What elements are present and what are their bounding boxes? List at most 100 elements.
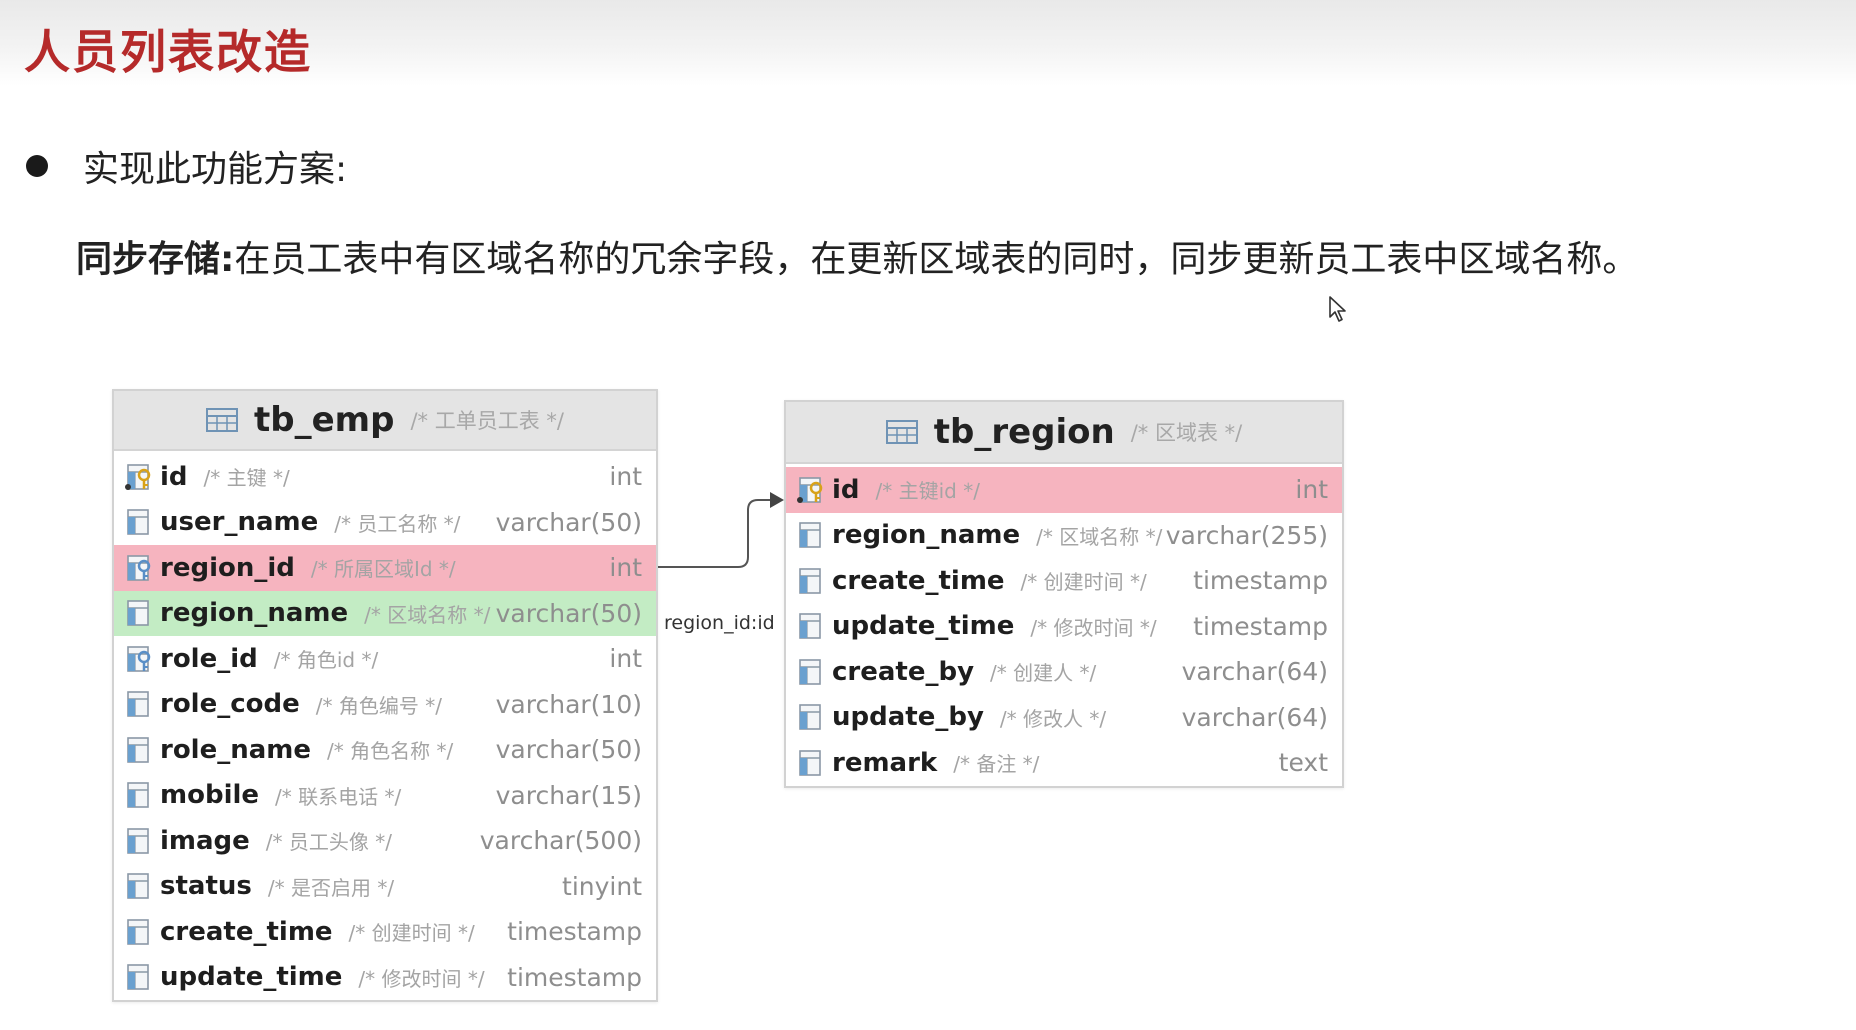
primary-key-icon — [125, 463, 151, 490]
column-name: id — [832, 474, 860, 505]
table-row[interactable]: role_id /* 角色id */ int — [114, 636, 656, 682]
column-icon — [799, 749, 821, 776]
column-name: role_name — [160, 734, 312, 765]
column-type: int — [609, 462, 642, 492]
column-icon — [127, 736, 149, 763]
column-type: varchar(64) — [1181, 657, 1328, 687]
column-icon — [127, 691, 149, 718]
table-row[interactable]: create_time /* 创建时间 */ timestamp — [114, 909, 656, 955]
table-row[interactable]: update_time /* 修改时间 */ timestamp — [786, 604, 1342, 650]
column-comment: /* 创建人 */ — [990, 661, 1097, 686]
table-row[interactable]: user_name /* 员工名称 */ varchar(50) — [114, 500, 656, 546]
column-name: region_name — [160, 598, 349, 629]
column-type: varchar(15) — [495, 780, 642, 810]
column-name: image — [160, 825, 250, 856]
column-name: update_by — [832, 702, 984, 733]
column-type: varchar(10) — [495, 689, 642, 719]
column-type: timestamp — [507, 962, 642, 992]
table-row[interactable]: region_name /* 区域名称 */varchar(255) — [786, 513, 1342, 559]
table-row[interactable]: id /* 主键id */ int — [786, 467, 1342, 513]
column-icon — [799, 567, 821, 594]
column-icon — [127, 782, 149, 809]
primary-key-icon — [797, 476, 823, 503]
column-name: create_by — [832, 656, 975, 687]
table-row[interactable]: region_id /* 所属区域Id */ int — [114, 545, 656, 591]
column-comment: /* 修改人 */ — [999, 706, 1107, 731]
column-comment: /* 区域名称 */ — [1036, 524, 1163, 549]
table-row[interactable]: update_by /* 修改人 */ varchar(64) — [786, 695, 1342, 741]
column-name: region_id — [160, 552, 295, 583]
column-comment: /* 备注 */ — [953, 752, 1040, 777]
column-comment: /* 创建时间 */ — [348, 921, 475, 946]
column-type: timestamp — [1193, 611, 1328, 641]
table-row[interactable]: image /* 员工头像 */ varchar(500) — [114, 818, 656, 864]
table-row[interactable]: create_by /* 创建人 */ varchar(64) — [786, 649, 1342, 695]
column-icon — [127, 600, 149, 627]
table-comment: /* 工单员工表 */ — [410, 409, 564, 433]
column-name: region_name — [832, 520, 1021, 551]
table-row[interactable]: status /* 是否启用 */ tinyint — [114, 864, 656, 910]
column-comment: /* 主键id */ — [875, 479, 980, 504]
column-name: role_code — [160, 689, 300, 720]
table-name: tb_emp — [254, 400, 395, 440]
table-row[interactable]: region_name /* 区域名称 */varchar(50) — [114, 590, 656, 636]
column-name: create_time — [832, 565, 1005, 596]
column-type: tinyint — [562, 871, 642, 901]
column-icon — [127, 918, 149, 945]
table-row[interactable]: role_code /* 角色编号 */ varchar(10) — [114, 682, 656, 728]
column-icon — [127, 827, 149, 854]
column-comment: /* 员工头像 */ — [265, 830, 392, 855]
column-icon — [799, 522, 821, 549]
column-name: user_name — [160, 507, 319, 538]
column-comment: /* 角色名称 */ — [327, 739, 454, 764]
column-name: create_time — [160, 916, 333, 947]
column-type: varchar(255) — [1165, 520, 1328, 550]
column-list: id /* 主键 */ int user_name /* 员工名称 */ varchar(… — [114, 451, 656, 1000]
column-type: varchar(500) — [479, 826, 642, 856]
column-icon — [799, 658, 821, 685]
column-icon — [799, 613, 821, 640]
column-icon — [127, 509, 149, 536]
table-header: tb_region /* 区域表 */ — [786, 402, 1342, 464]
table-grid-icon — [885, 420, 918, 444]
table-grid-icon — [206, 408, 239, 432]
column-comment: /* 角色编号 */ — [315, 693, 442, 718]
column-type: int — [609, 644, 642, 674]
column-type: int — [609, 553, 642, 583]
column-list: id/* 主键id */int region_name/* 区域名称 */varc… — [786, 464, 1342, 786]
relation-label: region_id:id — [664, 612, 775, 634]
table-row[interactable]: id /* 主键 */ int — [114, 454, 656, 500]
table-row[interactable]: mobile /* 联系电话 */ varchar(15) — [114, 773, 656, 819]
column-comment: /* 所属区域Id */ — [310, 557, 456, 582]
table-comment: /* 区域表 */ — [1130, 421, 1243, 445]
column-comment: /* 主键 */ — [203, 466, 290, 491]
column-icon — [127, 964, 149, 991]
column-type: varchar(50) — [495, 507, 642, 537]
column-type: text — [1278, 748, 1328, 778]
table-row[interactable]: remark /* 备注 */ text — [786, 740, 1342, 786]
column-type: timestamp — [507, 917, 642, 947]
column-name: status — [160, 871, 252, 902]
table-tb-emp[interactable]: tb_emp /* 工单员工表 */ id /* 主键 */ int user_nam… — [112, 389, 658, 1002]
table-tb-region[interactable]: tb_region /* 区域表 */ id /* 主键id */ int regio… — [784, 400, 1344, 788]
column-icon — [799, 704, 821, 731]
column-comment: /* 员工名称 */ — [334, 511, 461, 536]
column-name: remark — [832, 747, 938, 778]
column-comment: /* 联系电话 */ — [275, 784, 402, 809]
column-type: varchar(50) — [495, 598, 642, 628]
column-type: varchar(64) — [1181, 702, 1328, 732]
foreign-key-icon — [127, 645, 151, 672]
column-icon — [127, 873, 149, 900]
column-name: update_time — [832, 611, 1015, 642]
column-comment: /* 区域名称 */ — [364, 602, 491, 627]
table-row[interactable]: create_time /* 创建时间 */ timestamp — [786, 558, 1342, 604]
column-comment: /* 创建时间 */ — [1020, 570, 1147, 595]
column-name: role_id — [160, 643, 258, 674]
column-name: update_time — [160, 962, 343, 993]
column-type: timestamp — [1193, 566, 1328, 596]
table-row[interactable]: update_time /* 修改时间 */ timestamp — [114, 955, 656, 1001]
column-comment: /* 修改时间 */ — [1030, 615, 1157, 640]
table-row[interactable]: role_name /* 角色名称 */ varchar(50) — [114, 727, 656, 773]
column-name: mobile — [160, 780, 260, 811]
column-name: id — [160, 461, 188, 492]
